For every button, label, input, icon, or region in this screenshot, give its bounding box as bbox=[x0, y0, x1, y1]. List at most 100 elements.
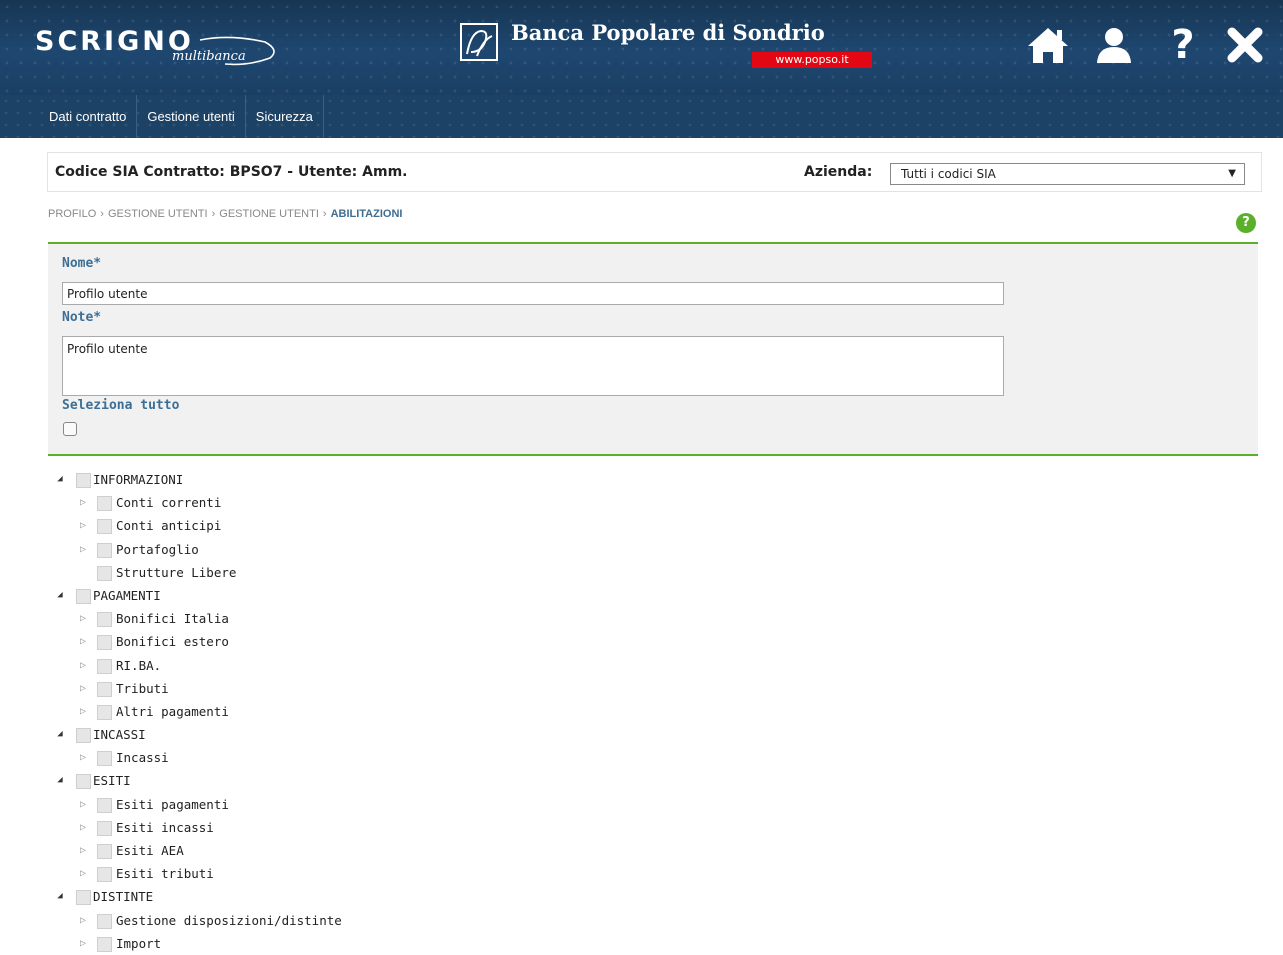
breadcrumb-separator-icon: › bbox=[322, 208, 327, 220]
nav-item-sicurezza[interactable]: Sicurezza bbox=[246, 95, 324, 138]
tree-label: Esiti pagamenti bbox=[116, 796, 229, 812]
collapsed-triangle-icon[interactable]: ▷ bbox=[77, 932, 89, 955]
select-all-checkbox[interactable] bbox=[63, 422, 77, 436]
tree-item[interactable]: ▷ Bonifici estero bbox=[37, 630, 1270, 653]
tree-item[interactable]: ▷ Esiti AEA bbox=[37, 839, 1270, 862]
collapsed-triangle-icon[interactable]: ▷ bbox=[77, 700, 89, 723]
tree-checkbox[interactable] bbox=[97, 496, 112, 512]
breadcrumb-item[interactable]: GESTIONE UTENTI bbox=[108, 208, 208, 220]
tree-checkbox[interactable] bbox=[97, 612, 112, 628]
tree-item[interactable]: ▷ Portafoglio bbox=[37, 538, 1270, 561]
tree-item[interactable]: ▷ Esiti incassi bbox=[37, 816, 1270, 839]
tree-checkbox[interactable] bbox=[76, 473, 91, 488]
brand-swoosh-icon bbox=[199, 36, 275, 66]
expanded-triangle-icon[interactable]: ◢ bbox=[54, 769, 66, 792]
tree-checkbox[interactable] bbox=[76, 774, 91, 790]
collapsed-triangle-icon[interactable]: ▷ bbox=[77, 793, 89, 816]
tree-label: Conti correnti bbox=[116, 495, 222, 511]
collapsed-triangle-icon[interactable]: ▷ bbox=[77, 654, 89, 677]
tree-item[interactable]: Strutture Libere bbox=[37, 561, 1270, 584]
collapsed-triangle-icon[interactable]: ▷ bbox=[77, 839, 89, 862]
tree-label: Esiti tributi bbox=[116, 866, 214, 882]
expanded-triangle-icon[interactable]: ◢ bbox=[54, 885, 66, 908]
collapsed-triangle-icon[interactable]: ▷ bbox=[77, 607, 89, 630]
expanded-triangle-icon[interactable]: ◢ bbox=[54, 468, 66, 491]
tree-item[interactable]: ▷ Tributi bbox=[37, 677, 1270, 700]
collapsed-triangle-icon[interactable]: ▷ bbox=[77, 630, 89, 653]
collapsed-triangle-icon[interactable]: ▷ bbox=[77, 491, 89, 514]
tree-checkbox[interactable] bbox=[97, 681, 112, 697]
collapsed-triangle-icon[interactable]: ▷ bbox=[77, 746, 89, 769]
azienda-select-value: Tutti i codici SIA bbox=[901, 167, 996, 181]
expanded-triangle-icon[interactable]: ◢ bbox=[54, 584, 66, 607]
tree-item[interactable]: ▷ RI.BA. bbox=[37, 654, 1270, 677]
tree-checkbox[interactable] bbox=[97, 820, 112, 836]
azienda-select[interactable]: Tutti i codici SIA ▼ bbox=[890, 163, 1245, 185]
home-icon[interactable] bbox=[1025, 22, 1071, 68]
note-label: Note* bbox=[62, 310, 102, 325]
nav-item-gestione-utenti[interactable]: Gestione utenti bbox=[137, 95, 246, 138]
brand-subtitle: multibanca bbox=[172, 49, 246, 64]
tree-checkbox[interactable] bbox=[76, 588, 91, 604]
breadcrumb: PROFILO › GESTIONE UTENTI › GESTIONE UTENTI ›… bbox=[48, 208, 402, 220]
tree-label: Incassi bbox=[116, 750, 169, 766]
user-icon[interactable] bbox=[1091, 22, 1137, 68]
tree-group[interactable]: ◢ INCASSI bbox=[37, 723, 1270, 746]
tree-checkbox[interactable] bbox=[97, 844, 112, 859]
tree-checkbox[interactable] bbox=[97, 751, 112, 767]
tree-item[interactable]: ▷ Esiti pagamenti bbox=[37, 793, 1270, 816]
tree-item[interactable]: ▷ Bonifici Italia bbox=[37, 607, 1270, 630]
tree-label: Esiti incassi bbox=[116, 819, 214, 835]
breadcrumb-item[interactable]: PROFILO bbox=[48, 208, 96, 220]
contract-header: Codice SIA Contratto: BPSO7 - Utente: Am… bbox=[47, 152, 1262, 192]
tree-group[interactable]: ◢ INFORMAZIONI bbox=[37, 468, 1270, 491]
tree-label: Esiti AEA bbox=[116, 843, 184, 858]
tree-checkbox[interactable] bbox=[97, 658, 112, 674]
tree-item[interactable]: ▷ Altri pagamenti bbox=[37, 700, 1270, 723]
tree-checkbox[interactable] bbox=[97, 797, 112, 813]
help-icon[interactable]: ? bbox=[1160, 22, 1206, 68]
page-title: Codice SIA Contratto: BPSO7 - Utente: Am… bbox=[55, 164, 408, 180]
tree-item[interactable]: ▷ Esiti tributi bbox=[37, 862, 1270, 885]
bank-emblem-icon bbox=[460, 23, 498, 61]
tree-item[interactable]: ▷ Incassi bbox=[37, 746, 1270, 769]
tree-item[interactable]: ▷ Conti correnti bbox=[37, 491, 1270, 514]
tree-checkbox[interactable] bbox=[76, 728, 91, 744]
breadcrumb-item[interactable]: GESTIONE UTENTI bbox=[219, 208, 319, 220]
collapsed-triangle-icon[interactable]: ▷ bbox=[77, 816, 89, 839]
bank-name: Banca Popolare di Sondrio bbox=[511, 20, 825, 45]
page-help-icon[interactable]: ? bbox=[1236, 213, 1256, 233]
tree-group[interactable]: ◢ PAGAMENTI bbox=[37, 584, 1270, 607]
tree-checkbox[interactable] bbox=[97, 635, 112, 651]
tree-checkbox[interactable] bbox=[97, 913, 112, 929]
azienda-label: Azienda: bbox=[804, 164, 873, 180]
tree-checkbox[interactable] bbox=[76, 890, 91, 906]
collapsed-triangle-icon[interactable]: ▷ bbox=[77, 862, 89, 885]
nome-input[interactable] bbox=[62, 282, 1004, 305]
tree-checkbox[interactable] bbox=[97, 519, 112, 535]
collapsed-triangle-icon[interactable]: ▷ bbox=[77, 677, 89, 700]
collapsed-triangle-icon[interactable]: ▷ bbox=[77, 538, 89, 561]
expanded-triangle-icon[interactable]: ◢ bbox=[54, 723, 66, 746]
tree-item[interactable]: ▷ Conti anticipi bbox=[37, 514, 1270, 537]
bank-url-link[interactable]: www.popso.it bbox=[752, 52, 872, 68]
tree-group[interactable]: ◢ ESITI bbox=[37, 769, 1270, 792]
tree-label: INFORMAZIONI bbox=[93, 472, 184, 487]
nav-item-dati-contratto[interactable]: Dati contratto bbox=[39, 95, 138, 138]
tree-checkbox[interactable] bbox=[97, 542, 112, 558]
tree-checkbox[interactable] bbox=[97, 704, 112, 720]
tree-item[interactable]: ▷ Gestione disposizioni/distinte bbox=[37, 909, 1270, 932]
collapsed-triangle-icon[interactable]: ▷ bbox=[77, 909, 89, 932]
breadcrumb-current: ABILITAZIONI bbox=[330, 208, 403, 220]
tree-label: Strutture Libere bbox=[116, 564, 237, 580]
tree-checkbox[interactable] bbox=[97, 936, 112, 952]
collapsed-triangle-icon[interactable]: ▷ bbox=[77, 514, 89, 537]
close-icon[interactable] bbox=[1222, 22, 1268, 68]
permissions-tree: ◢ INFORMAZIONI ▷ Conti correnti ▷ Conti antic… bbox=[37, 468, 1270, 955]
tree-group[interactable]: ◢ DISTINTE bbox=[37, 885, 1270, 908]
note-textarea[interactable]: Profilo utente bbox=[62, 336, 1004, 396]
tree-label: Tributi bbox=[116, 680, 169, 696]
tree-checkbox[interactable] bbox=[97, 565, 112, 581]
tree-checkbox[interactable] bbox=[97, 867, 112, 883]
tree-item[interactable]: ▷ Import bbox=[37, 932, 1270, 955]
